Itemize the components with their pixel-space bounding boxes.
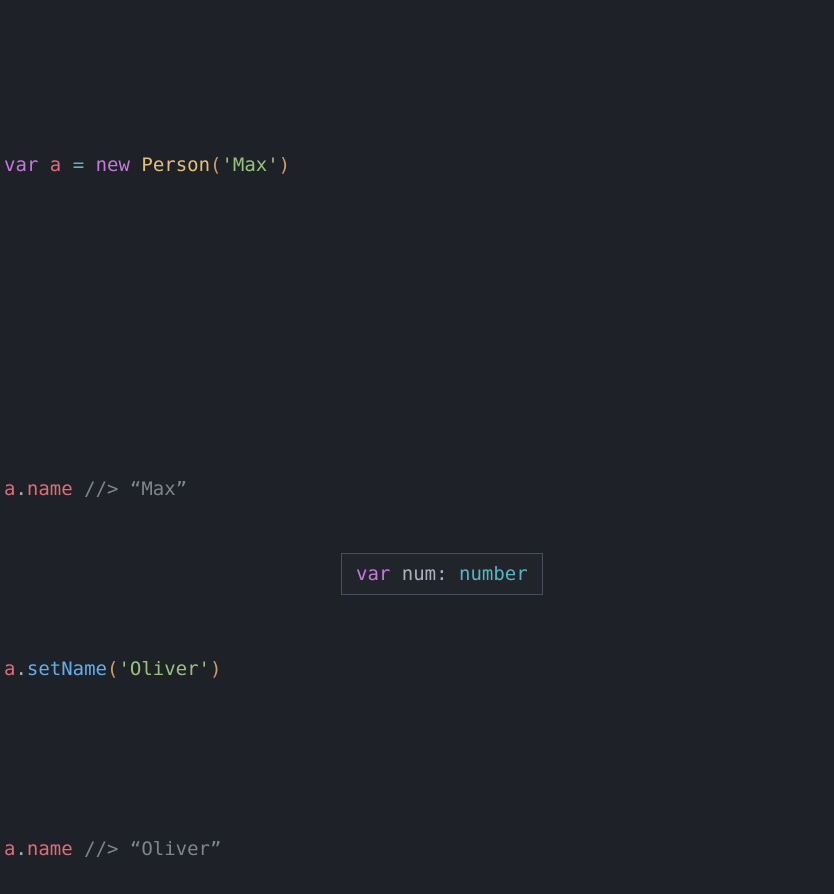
code-line: a.name //> “Max”	[4, 471, 834, 507]
variable-a: a	[4, 838, 15, 860]
blank-line	[4, 291, 834, 327]
string-max: 'Max'	[221, 154, 278, 176]
dot: .	[15, 478, 26, 500]
code-line: a.name //> “Oliver”	[4, 831, 834, 867]
tooltip-type: number	[459, 563, 528, 585]
type-hover-tooltip: var num: number	[341, 553, 543, 595]
paren-close: )	[279, 154, 290, 176]
tooltip-keyword: var	[356, 563, 390, 585]
keyword-new: new	[96, 154, 130, 176]
keyword-var: var	[4, 154, 38, 176]
method-setname: setName	[27, 658, 107, 680]
dot: .	[15, 658, 26, 680]
code-line: var a = new Person('Max')	[4, 147, 834, 183]
comment: //> “Max”	[84, 478, 187, 500]
prop-name: name	[27, 478, 73, 500]
class-person: Person	[141, 154, 210, 176]
code-editor[interactable]: var a = new Person('Max') a.name //> “Ma…	[0, 0, 834, 894]
string-oliver: 'Oliver'	[118, 658, 210, 680]
dot: .	[15, 838, 26, 860]
paren-close: )	[210, 658, 221, 680]
variable-a: a	[4, 478, 15, 500]
paren-open: (	[107, 658, 118, 680]
variable-a: a	[4, 658, 15, 680]
operator-eq: =	[73, 154, 84, 176]
paren-open: (	[210, 154, 221, 176]
prop-name: name	[27, 838, 73, 860]
comment: //> “Oliver”	[84, 838, 221, 860]
tooltip-colon: :	[436, 563, 447, 585]
variable-a: a	[50, 154, 61, 176]
code-line: a.setName('Oliver')	[4, 651, 834, 687]
tooltip-identifier: num	[402, 563, 436, 585]
